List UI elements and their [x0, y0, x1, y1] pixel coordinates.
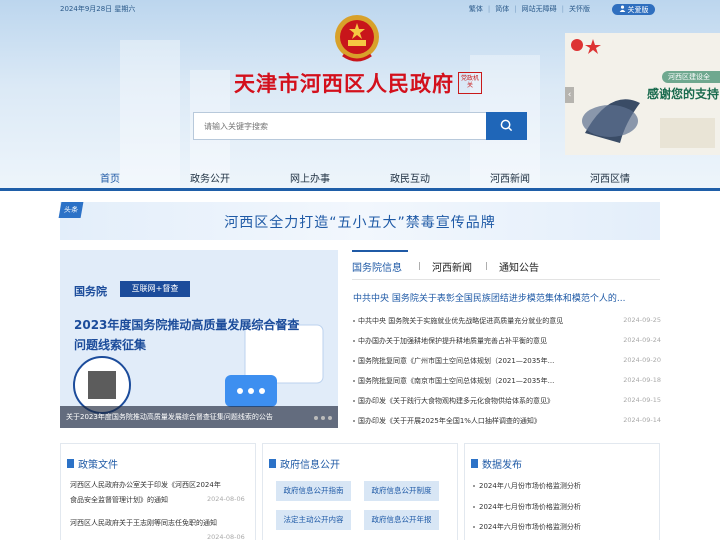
policy-item-title-cont[interactable]: 食品安全监督管理计划》的通知 [70, 495, 168, 505]
slide-dot[interactable] [321, 416, 325, 420]
headline-text[interactable]: 河西区全力打造“五小五大”禁毒宣传品牌 [60, 212, 660, 232]
slide-tag: 互联网+督查 [120, 281, 190, 297]
chevron-left-icon[interactable]: ‹ [565, 87, 574, 103]
bookmark-icon [471, 459, 478, 468]
data-item[interactable]: 2024年八月份市场价格监测分析 [473, 481, 581, 491]
search-button[interactable] [486, 112, 527, 140]
list-item[interactable]: 国务院批复同意《广州市国土空间总体规划（2021—2035年... 2024-09… [353, 352, 661, 372]
list-item[interactable]: 国办印发《关于践行大食物观构建多元化食物供给体系的意见》 2024-09-15 [353, 392, 661, 412]
gov-info-system-button[interactable]: 政府信息公开制度 [364, 481, 439, 501]
nav-item-district-info[interactable]: 河西区情 [590, 170, 630, 185]
nav-item-home[interactable]: 首页 [100, 170, 120, 185]
party-government-seal: 党政机关 [458, 72, 482, 94]
user-icon [619, 5, 626, 14]
gov-info-panel: 政府信息公开 政府信息公开指南 政府信息公开制度 法定主动公开内容 政府信息公开… [262, 443, 458, 540]
slide-logo: 国务院 [74, 285, 107, 298]
slide-headline-line1: 2023年度国务院推动高质量发展综合督查 [74, 318, 300, 332]
tab-hexi-news[interactable]: 河西新闻 [432, 259, 472, 274]
data-release-panel: 数据发布 2024年八月份市场价格监测分析 2024年七月份市场价格监测分析 2… [464, 443, 660, 540]
search-icon [500, 117, 513, 136]
simplified-chinese-link[interactable]: 简体 [495, 4, 509, 14]
nav-divider [0, 188, 720, 191]
news-tabs: 国务院信息 | 河西新闻 | 通知公告 [352, 250, 660, 280]
data-item[interactable]: 2024年六月份市场价格监测分析 [473, 522, 581, 532]
list-item[interactable]: 国办印发《关于开展2025年全国1%人口抽样调查的通知》 2024-09-14 [353, 412, 661, 432]
tab-notices[interactable]: 通知公告 [499, 259, 539, 274]
tab-separator: | [485, 261, 488, 270]
data-panel-title[interactable]: 数据发布 [482, 456, 522, 471]
tab-state-council[interactable]: 国务院信息 [352, 259, 402, 274]
policy-item-title[interactable]: 河西区人民政府办公室关于印发《河西区2024年 [70, 480, 221, 490]
headline-banner[interactable]: 头条 河西区全力打造“五小五大”禁毒宣传品牌 [58, 202, 660, 240]
main-nav: 首页 政务公开 网上办事 政民互动 河西新闻 河西区情 [0, 165, 720, 190]
news-slideshow[interactable]: 国务院 互联网+督查 2023年度国务院推动高质量发展综合督查 问题线索征集 关… [60, 250, 338, 428]
top-links: 繁体 | 简体 | 网站无障碍 | 关怀版 [468, 4, 590, 14]
list-item[interactable]: 中共中央 国务院关于实施就业优先战略促进高质量充分就业的意见 2024-09-25 [353, 312, 661, 332]
gov-info-content-button[interactable]: 法定主动公开内容 [276, 510, 351, 530]
news-title[interactable]: 中办国办关于加强耕地保护提升耕地质量完善占补平衡的意见 [358, 336, 578, 346]
bookmark-icon [67, 459, 74, 468]
policy-panel-title[interactable]: 政策文件 [78, 456, 118, 471]
current-date: 2024年9月28日 星期六 [60, 5, 136, 13]
news-title[interactable]: 国务院批复同意《南京市国土空间总体规划（2021—2035年... [358, 376, 578, 386]
gov-info-report-button[interactable]: 政府信息公开年报 [364, 510, 439, 530]
site-title: 天津市河西区人民政府 [234, 71, 454, 96]
news-date: 2024-09-24 [623, 336, 661, 344]
news-title[interactable]: 国务院批复同意《广州市国土空间总体规划（2021—2035年... [358, 356, 578, 366]
news-date: 2024-09-20 [623, 356, 661, 364]
search-input[interactable] [193, 112, 487, 140]
panel-header: 政策文件 [67, 456, 118, 471]
slide-dot[interactable] [314, 416, 318, 420]
panel-header: 政府信息公开 [269, 456, 340, 471]
news-date: 2024-09-15 [623, 396, 661, 404]
nav-item-interaction[interactable]: 政民互动 [390, 170, 430, 185]
slide-pagination [314, 416, 332, 420]
bookmark-icon [269, 459, 276, 468]
news-date: 2024-09-14 [623, 416, 661, 424]
policy-item-date: 2024-08-06 [207, 495, 245, 503]
care-mode-label: 关爱版 [627, 5, 649, 14]
news-title[interactable]: 国办印发《关于践行大食物观构建多元化食物供给体系的意见》 [358, 396, 578, 406]
slide-caption[interactable]: 关于2023年度国务院推动高质量发展综合督查征集问题线索的公告 [60, 406, 338, 428]
news-title[interactable]: 中共中央 国务院关于实施就业优先战略促进高质量充分就业的意见 [358, 316, 578, 326]
gov-info-guide-button[interactable]: 政府信息公开指南 [276, 481, 351, 501]
slide-dot[interactable] [328, 416, 332, 420]
news-date: 2024-09-25 [623, 316, 661, 324]
tab-separator: | [418, 261, 421, 270]
panel-header: 数据发布 [471, 456, 522, 471]
elder-mode-link[interactable]: 关怀版 [569, 4, 590, 14]
nav-item-online-service[interactable]: 网上办事 [290, 170, 330, 185]
slide-headline-line2: 问题线索征集 [74, 338, 147, 352]
traditional-chinese-link[interactable]: 繁体 [469, 4, 483, 14]
gov-info-panel-title[interactable]: 政府信息公开 [280, 456, 340, 471]
care-mode-button[interactable]: 关爱版 [612, 4, 655, 15]
policy-item-date: 2024-08-06 [207, 533, 245, 540]
banner-badge: 河西区建设全 [662, 71, 720, 83]
nav-item-gov-affairs[interactable]: 政务公开 [190, 170, 230, 185]
news-title[interactable]: 国办印发《关于开展2025年全国1%人口抽样调查的通知》 [358, 416, 578, 426]
banner-text: 感谢您的支持 [647, 87, 720, 101]
national-emblem-icon [333, 11, 381, 65]
featured-news[interactable]: 中共中央 国务院关于表彰全国民族团结进步模范集体和模范个人的... [353, 291, 663, 304]
list-item[interactable]: 中办国办关于加强耕地保护提升耕地质量完善占补平衡的意见 2024-09-24 [353, 332, 661, 352]
news-list: 中共中央 国务院关于实施就业优先战略促进高质量充分就业的意见 2024-09-25… [353, 312, 661, 432]
search-bar [193, 112, 527, 140]
accessibility-link[interactable]: 网站无障碍 [522, 4, 557, 14]
active-tab-indicator [352, 250, 408, 252]
list-item[interactable]: 国务院批复同意《南京市国土空间总体规划（2021—2035年... 2024-09… [353, 372, 661, 392]
data-item[interactable]: 2024年七月份市场价格监测分析 [473, 502, 581, 512]
site-header: 2024年9月28日 星期六 繁体 | 简体 | 网站无障碍 | 关怀版 关爱版… [0, 0, 720, 190]
nav-item-news[interactable]: 河西新闻 [490, 170, 530, 185]
policy-item-title[interactable]: 河西区人民政府关于王志刚等同志任免职的通知 [70, 518, 217, 528]
side-banner-ad[interactable]: 河西区建设全 感谢您的支持 ‹ [565, 33, 720, 155]
news-date: 2024-09-18 [623, 376, 661, 384]
policy-panel: 政策文件 河西区人民政府办公室关于印发《河西区2024年 食品安全监督管理计划》… [60, 443, 256, 540]
